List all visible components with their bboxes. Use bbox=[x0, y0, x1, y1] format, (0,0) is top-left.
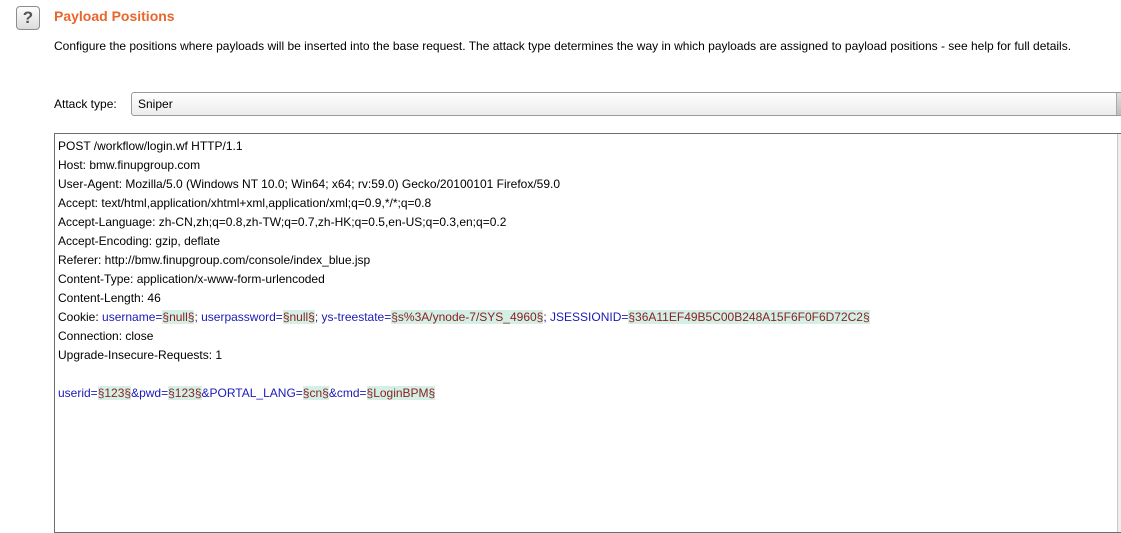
attack-type-value: Sniper bbox=[138, 97, 173, 111]
dropdown-arrow-icon bbox=[1116, 93, 1121, 115]
payload-marker: §123§ bbox=[168, 386, 202, 400]
param-separator: & bbox=[131, 386, 140, 400]
request-line: Connection: close bbox=[58, 329, 154, 343]
request-line: Accept: text/html,application/xhtml+xml,… bbox=[58, 196, 432, 210]
attack-type-select[interactable]: Sniper bbox=[131, 92, 1121, 116]
request-line: Content-Length: 46 bbox=[58, 291, 161, 305]
vertical-scrollbar[interactable] bbox=[1117, 134, 1121, 532]
param-name: userpassword= bbox=[201, 310, 283, 324]
payload-marker: §36A11EF49B5C00B248A15F6F0F6D72C2§ bbox=[628, 310, 870, 324]
request-line: Accept-Language: zh-CN,zh;q=0.8,zh-TW;q=… bbox=[58, 215, 507, 229]
payload-marker: §LoginBPM§ bbox=[366, 386, 436, 400]
attack-type-label: Attack type: bbox=[54, 97, 117, 111]
param-separator: & bbox=[328, 386, 337, 400]
request-line: Referer: http://bmw.finupgroup.com/conso… bbox=[58, 253, 371, 267]
request-line: Accept-Encoding: gzip, deflate bbox=[58, 234, 221, 248]
param-name: pwd= bbox=[139, 386, 169, 400]
section-title: Payload Positions bbox=[54, 8, 175, 24]
param-name: JSESSIONID= bbox=[550, 310, 629, 324]
payload-marker: §null§ bbox=[282, 310, 315, 324]
payload-marker: §s%3A/ynode-7/SYS_4960§ bbox=[391, 310, 544, 324]
request-line: Content-Type: application/x-www-form-url… bbox=[58, 272, 325, 286]
param-name: cmd= bbox=[336, 386, 367, 400]
param-name: PORTAL_LANG= bbox=[209, 386, 303, 400]
request-line: User-Agent: Mozilla/5.0 (Windows NT 10.0… bbox=[58, 177, 561, 191]
param-name: username= bbox=[102, 310, 163, 324]
param-separator: & bbox=[201, 386, 210, 400]
request-lines: POST /workflow/login.wf HTTP/1.1 Host: bm… bbox=[58, 137, 870, 403]
request-line bbox=[58, 365, 870, 384]
body-line: userid=§123§&pwd=§123§&PORTAL_LANG=§cn§&… bbox=[58, 384, 870, 403]
cookie-prefix: Cookie: bbox=[58, 310, 103, 324]
cookie-line: Cookie: username=§null§; userpassword=§n… bbox=[58, 308, 870, 327]
param-name: userid= bbox=[58, 386, 98, 400]
help-button[interactable]: ? bbox=[16, 6, 40, 30]
question-icon: ? bbox=[22, 8, 34, 27]
param-separator: ; bbox=[543, 310, 551, 324]
payload-marker: §123§ bbox=[97, 386, 132, 400]
param-name: ys-treestate= bbox=[321, 310, 392, 324]
request-line: Host: bmw.finupgroup.com bbox=[58, 158, 201, 172]
section-description: Configure the positions where payloads w… bbox=[54, 39, 1072, 53]
payload-marker: §cn§ bbox=[302, 386, 329, 400]
request-editor[interactable]: POST /workflow/login.wf HTTP/1.1 Host: bm… bbox=[54, 133, 1121, 533]
request-line: Upgrade-Insecure-Requests: 1 bbox=[58, 348, 223, 362]
request-line: POST /workflow/login.wf HTTP/1.1 bbox=[58, 139, 243, 153]
param-separator: ; bbox=[314, 310, 322, 324]
payload-marker: §null§ bbox=[162, 310, 195, 324]
